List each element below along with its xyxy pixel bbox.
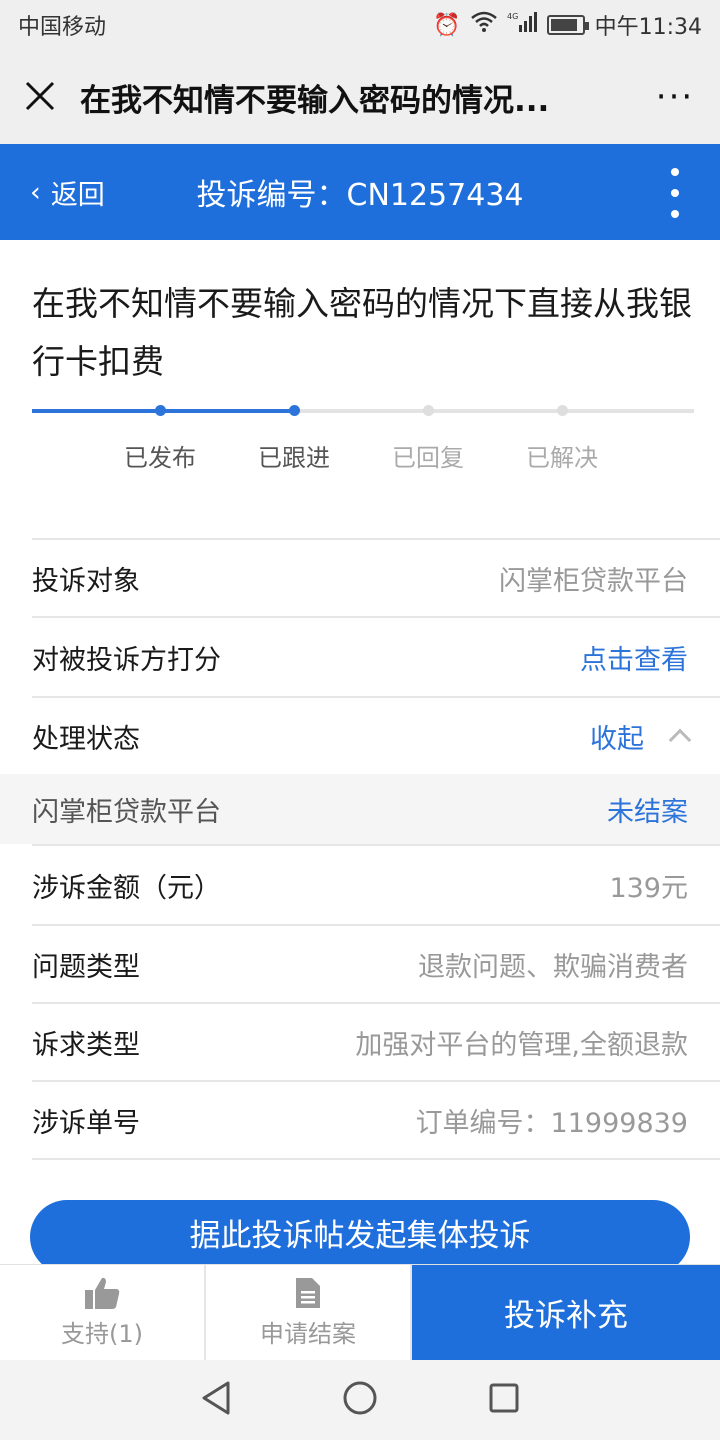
support-button[interactable]: 支持(1)	[0, 1265, 206, 1360]
close-case-label: 申请结案	[260, 1320, 356, 1348]
amount-label: 涉诉金额（元）	[32, 872, 221, 904]
progress-steps: 已发布 已跟进 已回复 已解决	[32, 400, 694, 480]
issue-label: 问题类型	[32, 951, 140, 983]
menu-button[interactable]	[670, 168, 680, 218]
step-label-replied: 已回复	[392, 444, 464, 472]
svg-text:4G: 4G	[507, 12, 518, 21]
recents-square-icon[interactable]	[488, 1382, 520, 1418]
complaint-heading: 在我不知情不要输入密码的情况下直接从我银行卡扣费	[32, 284, 692, 381]
alarm-icon: ⏰	[433, 12, 461, 38]
collapse-toggle[interactable]: 收起	[590, 717, 692, 756]
order-label: 涉诉单号	[32, 1107, 140, 1139]
target-value: 闪掌柜贷款平台	[499, 565, 688, 597]
close-button[interactable]	[0, 50, 80, 144]
row-rating[interactable]: 对被投诉方打分 点击查看	[32, 616, 720, 696]
battery-icon	[546, 15, 589, 35]
webview-header: 在我不知情不要输入密码的情况... ···	[0, 50, 720, 144]
row-demand-type: 诉求类型 加强对平台的管理,全额退款	[32, 1002, 720, 1080]
chevron-up-icon	[668, 728, 692, 751]
more-options-button[interactable]: ···	[630, 77, 720, 117]
step-label-published: 已发布	[124, 444, 196, 472]
thumbs-up-icon	[85, 1277, 120, 1309]
wifi-icon	[470, 11, 497, 39]
carrier-name: 中国移动	[18, 15, 107, 40]
status-icons: ⏰ 4G 中午11:34	[433, 9, 702, 41]
complaint-number-title: 投诉编号：CN1257434	[196, 178, 524, 213]
step-label-followed: 已跟进	[258, 444, 330, 472]
step-label-resolved: 已解决	[526, 444, 598, 472]
row-issue-type: 问题类型 退款问题、欺骗消费者	[32, 924, 720, 1002]
row-amount: 涉诉金额（元） 139元	[32, 844, 720, 924]
system-navigation-bar	[0, 1360, 720, 1440]
home-circle-icon[interactable]	[342, 1380, 378, 1420]
target-label: 投诉对象	[32, 565, 140, 597]
demand-label: 诉求类型	[32, 1029, 140, 1061]
more-horizontal-icon: ···	[655, 77, 695, 117]
back-label: 返回	[50, 179, 105, 211]
amount-value: 139元	[609, 872, 688, 904]
demand-value: 加强对平台的管理,全额退款	[355, 1029, 688, 1061]
row-processing-status: 处理状态 收起	[32, 696, 720, 774]
document-icon	[296, 1278, 320, 1308]
collapse-label: 收起	[590, 723, 644, 755]
supplement-complaint-button[interactable]: 投诉补充	[412, 1265, 720, 1360]
merchant-status-row: 闪掌柜贷款平台 未结案	[0, 774, 720, 844]
apply-close-case-button[interactable]: 申请结案	[206, 1265, 412, 1360]
step-dot-replied	[423, 405, 434, 416]
page-nav-bar: ‹ 返回 投诉编号：CN1257434	[0, 144, 720, 240]
rating-label: 对被投诉方打分	[32, 644, 221, 676]
step-dot-published	[155, 405, 166, 416]
bottom-action-bar: 支持(1) 申请结案 投诉补充	[0, 1264, 720, 1360]
clock: 中午11:34	[594, 15, 702, 40]
row-complaint-target: 投诉对象 闪掌柜贷款平台	[32, 538, 720, 616]
chevron-left-icon: ‹	[30, 176, 41, 208]
row-order-number: 涉诉单号 订单编号：11999839	[32, 1080, 720, 1160]
webview-title: 在我不知情不要输入密码的情况...	[80, 82, 550, 119]
back-button[interactable]: ‹ 返回	[30, 173, 105, 212]
step-dot-followed	[289, 405, 300, 416]
merchant-name: 闪掌柜贷款平台	[32, 796, 221, 828]
back-triangle-icon[interactable]	[200, 1380, 232, 1420]
cellular-signal-icon: 4G	[507, 11, 537, 39]
case-status-badge: 未结案	[607, 796, 688, 828]
status-label: 处理状态	[32, 723, 140, 755]
status-bar: 中国移动 ⏰ 4G 中午11:34	[0, 0, 720, 50]
order-value: 订单编号：11999839	[415, 1107, 688, 1139]
collective-complaint-button[interactable]: 据此投诉帖发起集体投诉	[30, 1200, 690, 1274]
support-label: 支持(1)	[61, 1320, 143, 1348]
step-dot-resolved	[557, 405, 568, 416]
view-rating-link[interactable]: 点击查看	[580, 638, 688, 677]
more-vertical-icon	[671, 168, 679, 176]
close-icon	[25, 81, 55, 111]
issue-value: 退款问题、欺骗消费者	[418, 951, 688, 983]
